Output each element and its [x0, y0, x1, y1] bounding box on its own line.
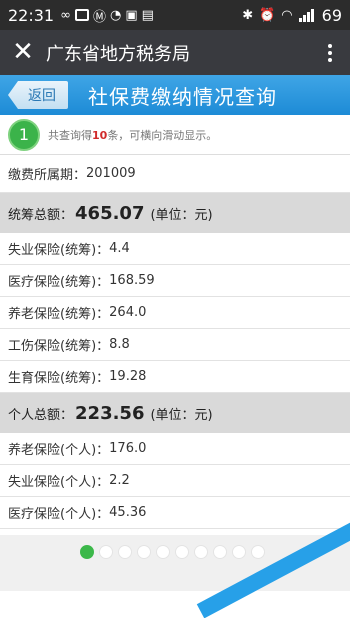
list-item: 医疗保险(个人)： 45.36 [0, 497, 350, 529]
overall-summary: 统筹总额： 465.07 (单位：元) [0, 193, 350, 233]
sd-icon: ▤ [141, 7, 154, 23]
close-icon[interactable]: ✕ [0, 30, 46, 75]
page-dot[interactable] [156, 545, 170, 559]
list-item: 工伤保险(统筹)： 8.8 [0, 329, 350, 361]
item-label: 医疗保险(个人)： [8, 507, 110, 522]
alarm-icon: ⏰ [259, 7, 276, 23]
infinity-icon: ∞ [60, 7, 71, 23]
item-value: 264.0 [109, 305, 147, 320]
period-value: 201009 [86, 166, 136, 181]
page-dot[interactable] [251, 545, 265, 559]
item-value: 176.0 [109, 441, 147, 456]
page-dot[interactable] [194, 545, 208, 559]
list-item: 生育保险(统筹)： 19.28 [0, 361, 350, 393]
page-indicator[interactable] [80, 545, 265, 559]
page-dot[interactable] [137, 545, 151, 559]
personal-summary: 个人总额： 223.56 (单位：元) [0, 393, 350, 433]
page-dot[interactable] [99, 545, 113, 559]
result-content[interactable]: 1 共查询得10条，可横向滑动显示。 缴费所属期： 201009 统筹总额： 4… [0, 115, 350, 529]
item-value: 168.59 [109, 273, 155, 288]
bluetooth-icon: ✱ [242, 7, 254, 23]
item-label: 医疗保险(统筹)： [8, 275, 110, 290]
page-header: 返回 社保费缴纳情况查询 [0, 75, 350, 115]
period-row: 缴费所属期： 201009 [0, 155, 350, 193]
status-icons-left: ∞ Ⓜ ◔ ▣ ▤ [60, 6, 154, 25]
refresh-icon: ◔ [109, 7, 122, 23]
item-label: 养老保险(统筹)： [8, 307, 110, 322]
notice-text: 共查询得10条，可横向滑动显示。 [48, 127, 217, 143]
item-label: 生育保险(统筹)： [8, 371, 110, 386]
app-icon: ▣ [125, 7, 138, 23]
m-icon: Ⓜ [92, 9, 106, 25]
status-time: 22:31 [8, 5, 55, 25]
corner-decoration [196, 519, 350, 618]
overall-summary-label: 统筹总额： [8, 207, 74, 223]
list-item: 养老保险(个人)： 176.0 [0, 433, 350, 465]
page-dot[interactable] [232, 545, 246, 559]
item-label: 工伤保险(统筹)： [8, 339, 110, 354]
item-value: 19.28 [109, 369, 147, 384]
personal-summary-unit: (单位：元) [150, 407, 213, 423]
image-icon [74, 9, 89, 21]
page-dot[interactable] [175, 545, 189, 559]
notice-text-before: 共查询得 [48, 128, 92, 142]
page-title: 社保费缴纳情况查询 [88, 84, 277, 109]
item-label: 养老保险(个人)： [8, 443, 110, 458]
back-button[interactable]: 返回 [8, 81, 68, 109]
signal-icon [298, 8, 314, 22]
overall-summary-unit: (单位：元) [150, 207, 213, 223]
battery-level: 69 [321, 5, 342, 25]
list-item: 医疗保险(统筹)： 168.59 [0, 265, 350, 297]
pager-area [0, 519, 350, 618]
status-icons-right: ✱ ⏰ ◠ 69 [242, 6, 342, 25]
item-label: 失业保险(统筹)： [8, 243, 110, 258]
item-value: 45.36 [109, 505, 147, 520]
item-label: 失业保险(个人)： [8, 475, 110, 490]
page-number-badge: 1 [8, 118, 40, 151]
wifi-icon: ◠ [281, 7, 293, 23]
item-value: 4.4 [109, 241, 130, 256]
status-bar: 22:31 ∞ Ⓜ ◔ ▣ ▤ ✱ ⏰ ◠ 69 [0, 0, 350, 30]
page-dot[interactable] [213, 545, 227, 559]
result-count: 10 [92, 128, 108, 142]
period-label: 缴费所属期： [8, 168, 87, 183]
page-dot[interactable] [118, 545, 132, 559]
list-item: 失业保险(统筹)： 4.4 [0, 233, 350, 265]
app-title: 广东省地方税务局 [46, 43, 190, 65]
personal-summary-amount: 223.56 [75, 402, 145, 424]
result-notice: 1 共查询得10条，可横向滑动显示。 [0, 115, 350, 155]
item-value: 8.8 [109, 337, 130, 352]
item-value: 2.2 [109, 473, 130, 488]
notice-text-after: 条，可横向滑动显示。 [107, 128, 218, 142]
page-dot[interactable] [80, 545, 94, 559]
more-menu-icon[interactable] [310, 43, 350, 62]
overall-summary-amount: 465.07 [75, 202, 145, 224]
list-item: 失业保险(个人)： 2.2 [0, 465, 350, 497]
personal-summary-label: 个人总额： [8, 407, 74, 423]
app-title-bar: ✕ 广东省地方税务局 [0, 30, 350, 75]
list-item: 养老保险(统筹)： 264.0 [0, 297, 350, 329]
